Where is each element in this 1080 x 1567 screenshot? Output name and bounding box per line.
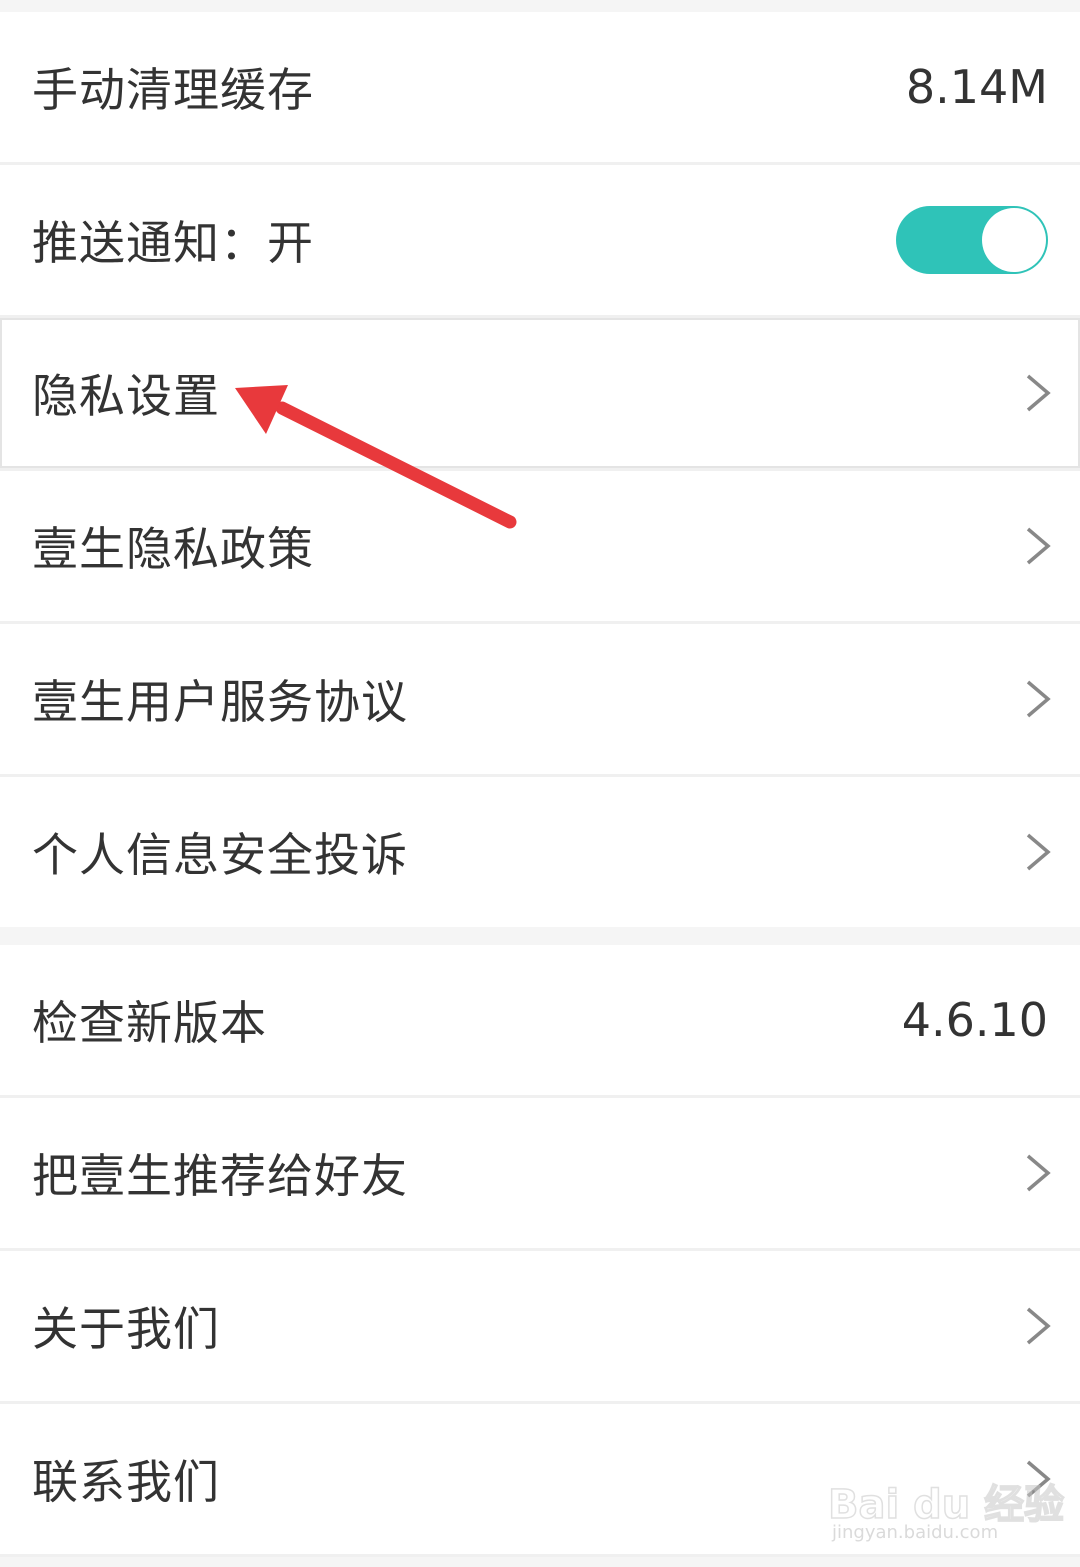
cache-size-value: 8.14M — [905, 60, 1048, 114]
about-us-row[interactable]: 关于我们 — [0, 1251, 1080, 1404]
chevron-right-icon — [1026, 374, 1051, 412]
push-notification-toggle[interactable] — [896, 206, 1048, 274]
version-value: 4.6.10 — [901, 993, 1048, 1047]
security-complaint-label: 个人信息安全投诉 — [32, 828, 408, 882]
push-notification-row: 推送通知：开 — [0, 165, 1080, 318]
privacy-policy-row[interactable]: 壹生隐私政策 — [0, 471, 1080, 624]
chevron-right-icon — [1026, 1154, 1051, 1192]
recommend-friends-row[interactable]: 把壹生推荐给好友 — [0, 1098, 1080, 1251]
chevron-right-icon — [1026, 1307, 1051, 1345]
recommend-friends-label: 把壹生推荐给好友 — [32, 1149, 408, 1203]
settings-group-general: 手动清理缓存 8.14M 推送通知：开 隐私设置 壹生隐私政策 壹生用户服务协议… — [0, 12, 1080, 927]
chevron-right-icon — [1026, 680, 1051, 718]
watermark-url: jingyan.baidu.com — [832, 1522, 999, 1543]
user-agreement-row[interactable]: 壹生用户服务协议 — [0, 624, 1080, 777]
check-version-label: 检查新版本 — [32, 996, 267, 1050]
settings-page: 手动清理缓存 8.14M 推送通知：开 隐私设置 壹生隐私政策 壹生用户服务协议… — [0, 0, 1080, 1567]
about-us-label: 关于我们 — [32, 1302, 220, 1356]
contact-us-label: 联系我们 — [32, 1455, 220, 1509]
baidu-jingyan-watermark: Bai du 经验 jingyan.baidu.com — [827, 1452, 1065, 1552]
chevron-right-icon — [1026, 833, 1051, 871]
user-agreement-label: 壹生用户服务协议 — [32, 675, 408, 729]
privacy-settings-row[interactable]: 隐私设置 — [0, 318, 1080, 471]
security-complaint-row[interactable]: 个人信息安全投诉 — [0, 777, 1080, 927]
privacy-policy-label: 壹生隐私政策 — [32, 522, 314, 576]
check-version-row[interactable]: 检查新版本 4.6.10 — [0, 945, 1080, 1098]
push-notification-label: 推送通知：开 — [32, 216, 314, 270]
toggle-knob — [982, 208, 1046, 272]
privacy-settings-label: 隐私设置 — [32, 369, 220, 423]
clear-cache-label: 手动清理缓存 — [32, 63, 314, 117]
clear-cache-row[interactable]: 手动清理缓存 8.14M — [0, 12, 1080, 165]
chevron-right-icon — [1026, 527, 1051, 565]
